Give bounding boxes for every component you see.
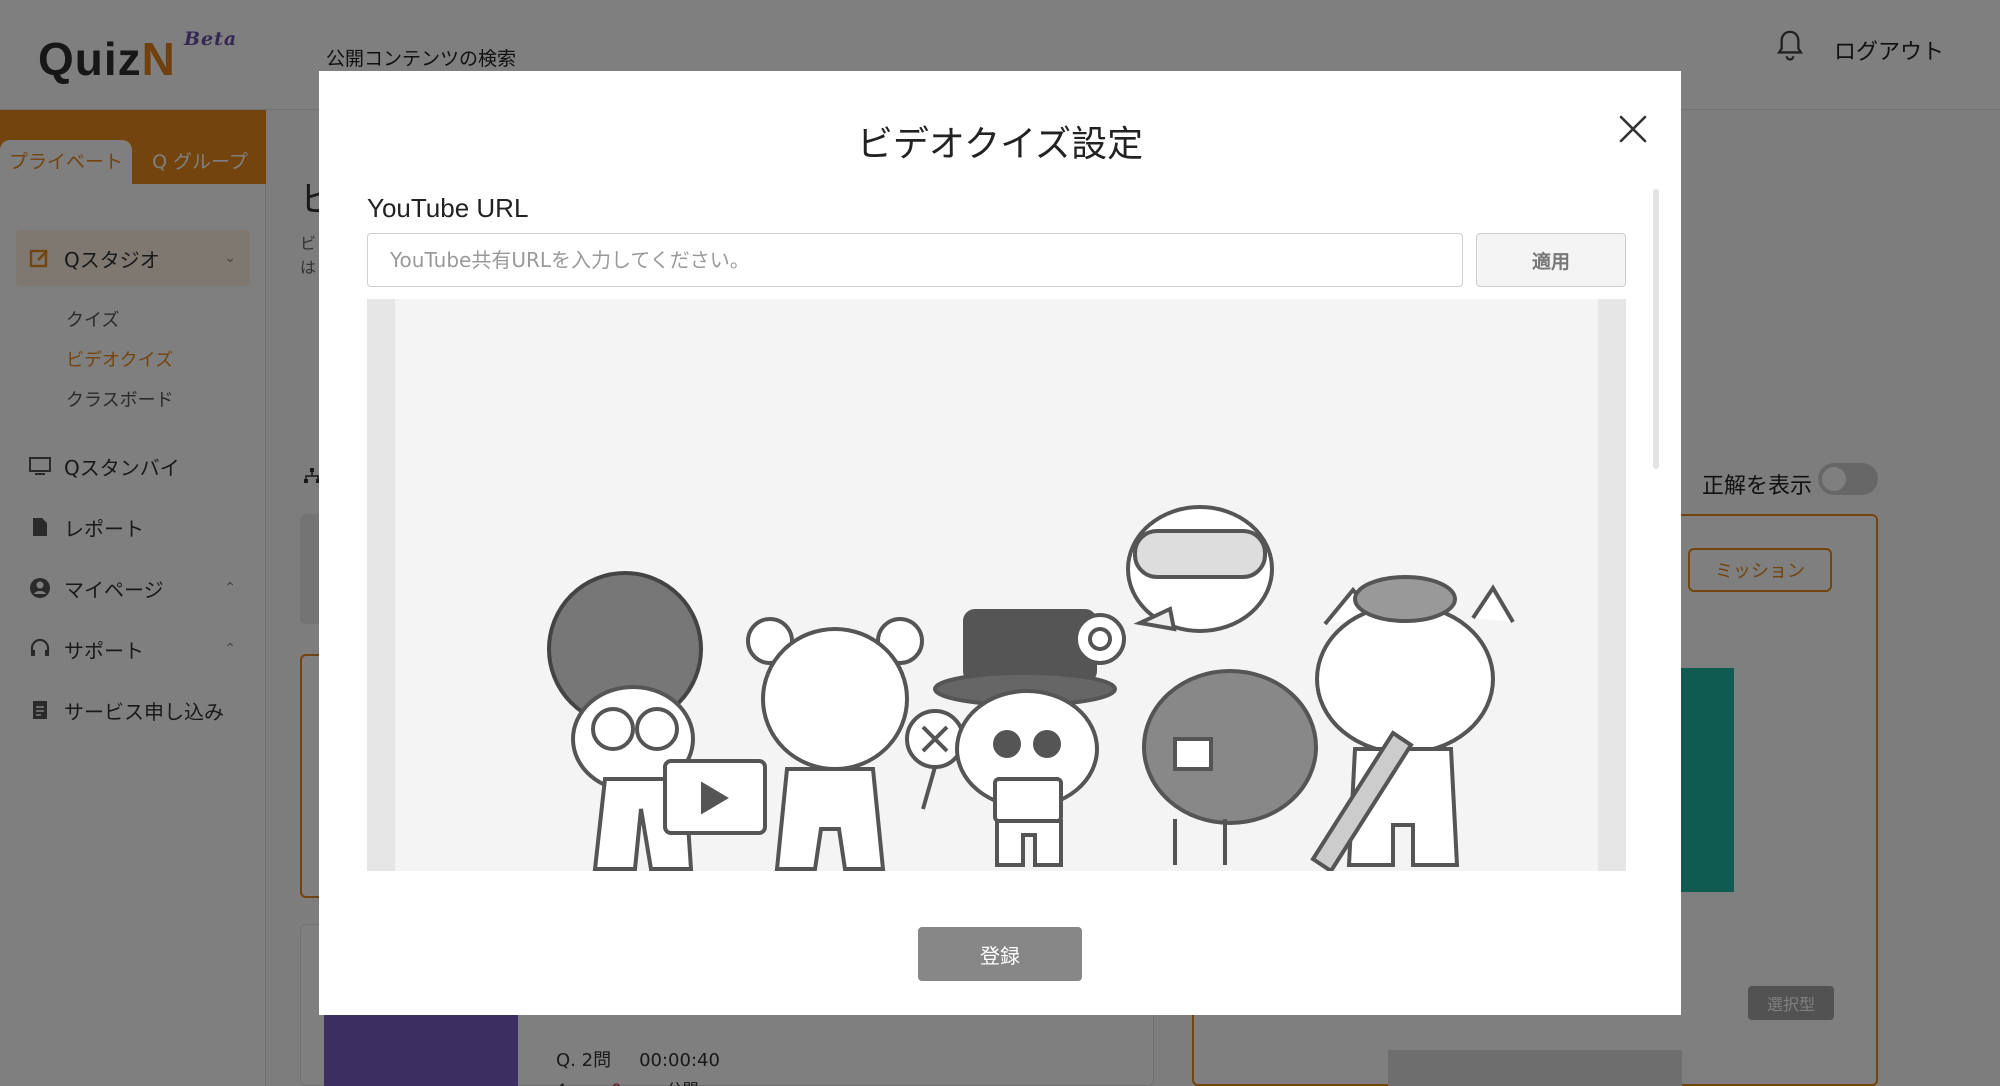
youtube-url-input[interactable] [367,233,1463,287]
modal-title: ビデオクイズ設定 [856,124,1144,165]
video-preview [367,299,1626,871]
video-letterbox-right [1598,299,1626,871]
video-quiz-settings-modal: ビデオクイズ設定 YouTube URL 適用 [319,71,1681,1015]
close-icon[interactable] [1611,107,1655,151]
apply-button[interactable]: 適用 [1476,233,1626,287]
register-button[interactable]: 登録 [918,927,1082,981]
video-letterbox-left [367,299,395,871]
modal-scrollbar[interactable] [1653,189,1659,469]
mascot-characters-illustration [547,505,1515,871]
video-placeholder [395,299,1598,871]
youtube-url-label: YouTube URL [367,193,529,223]
